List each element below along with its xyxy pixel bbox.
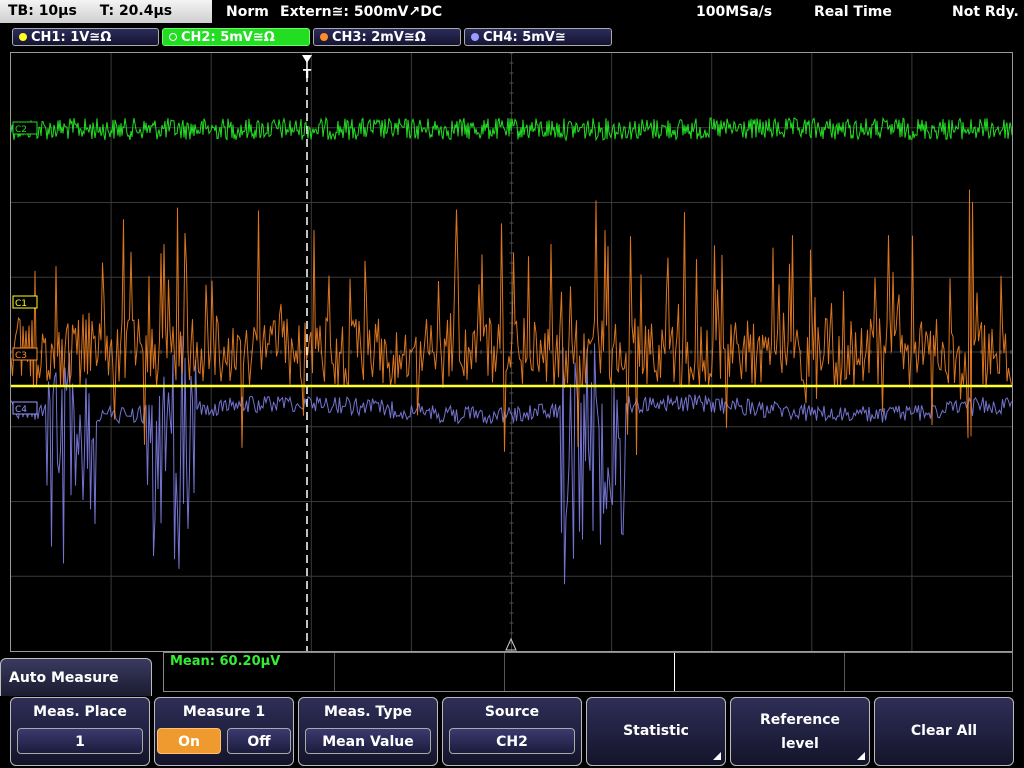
meas-type-value[interactable]: Mean Value	[305, 728, 431, 754]
ch1-dot-icon	[19, 33, 27, 41]
softkey-submenu-icon	[857, 752, 865, 760]
measure-off-button[interactable]: Off	[227, 728, 291, 754]
meas-type-softkey[interactable]: Meas. Type Mean Value	[298, 697, 438, 766]
waveform-display[interactable]: T C2 C1 C3 C4	[10, 52, 1013, 652]
measure-1-label: Measure 1	[182, 704, 266, 720]
ch2-dot-icon	[169, 33, 177, 41]
sample-rate: 100MSa/s	[696, 4, 773, 20]
ch4-label: CH4: 5mV≅	[483, 30, 566, 45]
trigger-time: T: 20.4µs	[99, 3, 173, 19]
trigger-source[interactable]: Extern≅: 500mV↗DC	[280, 0, 442, 24]
c2-marker[interactable]: C2	[12, 121, 38, 135]
trigger-marker-label: T	[303, 67, 312, 81]
ch3-label: CH3: 2mV≅Ω	[332, 30, 426, 45]
meas-cell-5	[844, 653, 1012, 691]
softkey-submenu-icon	[713, 752, 721, 760]
ch4-dot-icon	[471, 33, 479, 41]
measure-on-button[interactable]: On	[157, 728, 221, 754]
meas-place-softkey[interactable]: Meas. Place 1	[10, 697, 150, 766]
measurement-results: Mean: 60.20µV	[163, 652, 1013, 692]
reference-label: Reference	[759, 712, 841, 728]
meas-place-value[interactable]: 1	[17, 728, 143, 754]
source-softkey[interactable]: Source CH2	[442, 697, 582, 766]
reference-level-label: level	[781, 736, 819, 752]
tab-ch2[interactable]: CH2: 5mV≅Ω	[162, 28, 310, 46]
timebase: TB: 10µs	[8, 3, 77, 19]
run-state: Not Rdy.	[952, 4, 1019, 20]
waveform-canvas: T C2 C1 C3 C4	[11, 53, 1012, 651]
source-value[interactable]: CH2	[449, 728, 575, 754]
svg-text:C4: C4	[15, 405, 27, 415]
statistic-label: Statistic	[623, 723, 689, 739]
trigger-mode[interactable]: Norm	[226, 0, 269, 24]
meas-place-label: Meas. Place	[33, 704, 127, 720]
acquisition-mode: Real Time	[814, 4, 892, 20]
c1-marker[interactable]: C1	[12, 295, 38, 309]
meas-cell-4	[674, 653, 845, 691]
c3-marker[interactable]: C3	[12, 347, 38, 361]
tab-ch1[interactable]: CH1: 1V≅Ω	[12, 28, 159, 46]
mean-value: Mean: 60.20µV	[170, 654, 281, 669]
ch3-dot-icon	[320, 33, 328, 41]
meas-cell-2	[334, 653, 505, 691]
menu-title: Auto Measure	[0, 658, 152, 696]
measure-1-softkey[interactable]: Measure 1 On Off	[154, 697, 294, 766]
tab-ch4[interactable]: CH4: 5mV≅	[464, 28, 612, 46]
meas-cell-1: Mean: 60.20µV	[164, 653, 335, 691]
meas-cell-3	[504, 653, 675, 691]
tab-ch3[interactable]: CH3: 2mV≅Ω	[313, 28, 461, 46]
clear-all-label: Clear All	[910, 723, 978, 739]
ch1-label: CH1: 1V≅Ω	[31, 30, 112, 45]
c4-marker[interactable]: C4	[12, 401, 38, 415]
ch2-label: CH2: 5mV≅Ω	[181, 30, 275, 45]
trigger-marker-icon[interactable]	[302, 55, 312, 63]
meas-type-label: Meas. Type	[324, 704, 412, 720]
source-label: Source	[484, 704, 540, 720]
status-bar: TB: 10µs T: 20.4µs Norm Extern≅: 500mV↗D…	[0, 0, 1024, 24]
svg-text:C1: C1	[15, 299, 27, 309]
svg-text:C3: C3	[15, 351, 27, 361]
reference-level-softkey[interactable]: Reference level	[730, 697, 870, 766]
svg-text:C2: C2	[15, 125, 27, 135]
timebase-box[interactable]: TB: 10µs T: 20.4µs	[0, 0, 212, 23]
clear-all-softkey[interactable]: Clear All	[874, 697, 1014, 766]
statistic-softkey[interactable]: Statistic	[586, 697, 726, 766]
